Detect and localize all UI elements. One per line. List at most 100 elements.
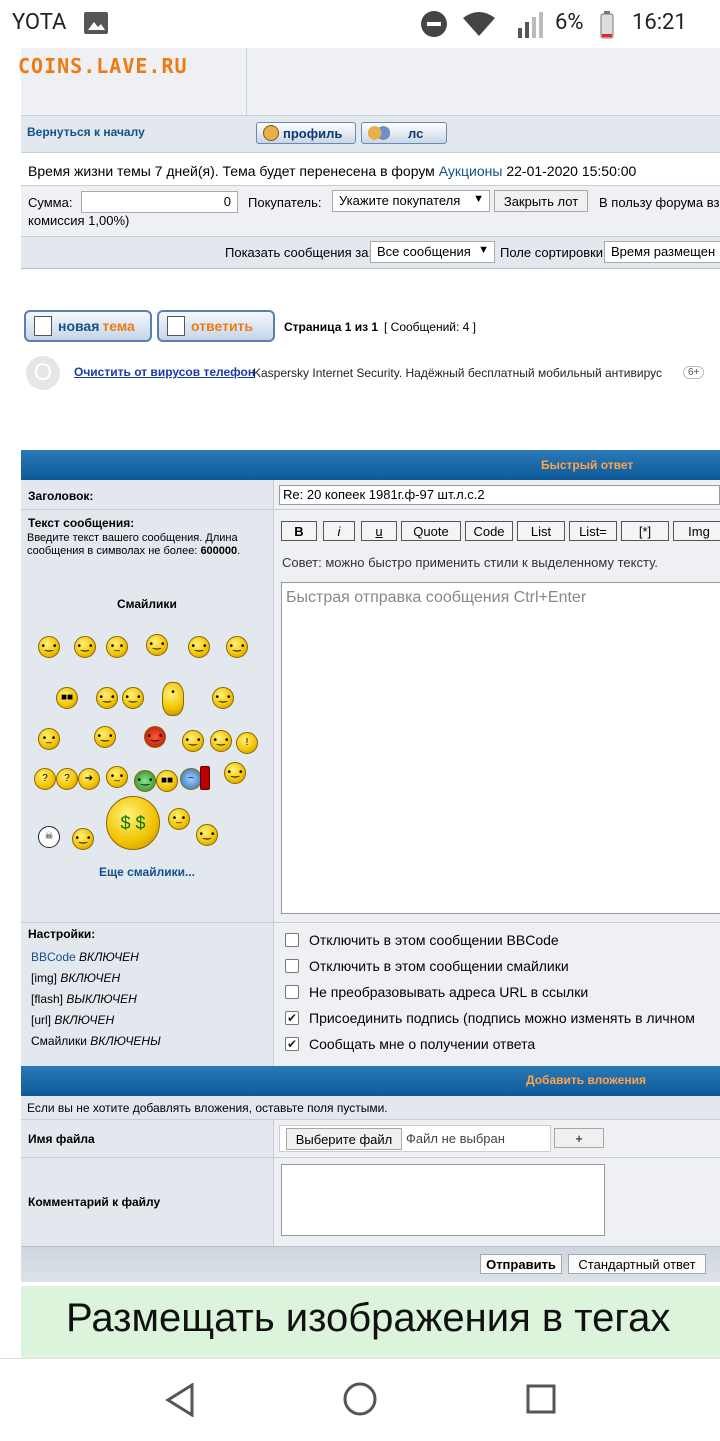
pm-button[interactable]: лс (361, 122, 447, 144)
smiley-icon[interactable]: •‿• (182, 730, 204, 752)
bbcode-code-button[interactable]: Code (465, 521, 513, 541)
notify-reply-checkbox[interactable]: ✔ (285, 1037, 299, 1051)
attach-signature-checkbox[interactable]: ✔ (285, 1011, 299, 1025)
cool-smiley-icon[interactable]: ■■ (156, 770, 178, 792)
cool-smiley-icon[interactable]: ■■ (56, 687, 78, 709)
buyer-label: Покупатель: (248, 195, 322, 210)
back-to-top-link[interactable]: Вернуться к началу (27, 125, 145, 139)
more-smilies-link[interactable]: Еще смайлики... (99, 865, 195, 879)
question-icon[interactable]: ? (34, 768, 56, 790)
ad-link[interactable]: Очистить от вирусов телефон (74, 365, 255, 379)
close-lot-button[interactable]: Закрыть лот (494, 190, 588, 212)
sum-input[interactable]: 0 (81, 191, 238, 213)
new-topic-button[interactable]: новая тема (24, 310, 152, 342)
bbcode-underline-button[interactable]: u (361, 521, 397, 541)
exclamation-icon[interactable]: ! (236, 732, 258, 754)
android-nav-bar (0, 1358, 720, 1441)
buyer-select[interactable]: Укажите покупателя ▼ (332, 190, 490, 212)
wizard-smiley-icon[interactable]: •‿• (146, 634, 168, 656)
file-comment-textarea[interactable] (281, 1164, 605, 1236)
site-logo[interactable]: COINS.LAVE.RU (18, 54, 188, 78)
smiley-icon[interactable]: •‿• (72, 828, 94, 850)
idea-icon[interactable]: ? (56, 768, 78, 790)
smiley-icon[interactable]: •‿• (188, 636, 210, 658)
smiley-icon[interactable]: •‿• (224, 762, 246, 784)
setting-state: ВКЛЮЧЕН (54, 1013, 115, 1027)
setting-status-item: [url] ВКЛЮЧЕН (31, 1010, 161, 1031)
bbcode-help-link[interactable]: BBCode (31, 950, 76, 964)
smiley-icon[interactable]: • (162, 682, 184, 716)
recents-nav-icon[interactable] (525, 1383, 557, 1415)
notify-reply-label: Сообщать мне о получении ответа (309, 1036, 536, 1052)
bbcode-list-button[interactable]: List (517, 521, 565, 541)
green-smiley-icon[interactable]: •‿• (134, 770, 156, 792)
message-textarea[interactable]: Быстрая отправка сообщения Ctrl+Enter (281, 582, 720, 914)
money-smiley-icon[interactable]: $ $ (106, 796, 160, 850)
arrow-icon[interactable]: ➔ (78, 768, 100, 790)
bbcode-italic-button[interactable]: i (323, 521, 355, 541)
auctions-forum-link[interactable]: Аукционы (439, 163, 503, 179)
traffic-light-icon[interactable] (200, 766, 210, 790)
profile-button[interactable]: профиль (256, 122, 356, 144)
wave-smiley-icon[interactable]: ~ (180, 768, 202, 790)
gun-smiley-icon[interactable]: •‿• (196, 824, 218, 846)
home-nav-icon[interactable] (342, 1381, 378, 1417)
show-messages-value: Все сообщения (377, 244, 471, 259)
page-info: Страница 1 из 1 (284, 320, 379, 334)
bbcode-toolbar: B i u Quote Code List List= [*] Img (281, 521, 720, 541)
bbcode-ordered-list-button[interactable]: List= (569, 521, 617, 541)
setting-name: [url] (31, 1013, 52, 1027)
smiley-icon[interactable]: •‿• (212, 687, 234, 709)
quick-reply-title: Быстрый ответ (541, 458, 634, 472)
bbcode-list-item-button[interactable]: [*] (621, 521, 669, 541)
attachments-header: Добавить вложения (21, 1066, 720, 1096)
chevron-down-icon: ▼ (473, 193, 484, 205)
disable-smilies-checkbox[interactable] (285, 959, 299, 973)
setting-state: ВКЛЮЧЕНЫ (90, 1034, 161, 1048)
attach-signature-label: Присоединить подпись (подпись можно изме… (309, 1010, 695, 1026)
setting-status-item: Смайлики ВКЛЮЧЕНЫ (31, 1031, 161, 1052)
smiley-icon[interactable]: •_• (106, 766, 128, 788)
setting-state: ВЫКЛЮЧЕН (66, 992, 137, 1006)
smiley-icon[interactable]: •‿• (38, 636, 60, 658)
sort-field-select[interactable]: Время размещен (604, 241, 720, 263)
show-messages-select[interactable]: Все сообщения ▼ (370, 241, 495, 263)
move-date: 22-01-2020 15:50:00 (506, 163, 637, 179)
disable-url-checkbox[interactable] (285, 985, 299, 999)
message-textarea-placeholder: Быстрая отправка сообщения Ctrl+Enter (286, 589, 587, 606)
add-attachment-button[interactable]: + (554, 1128, 604, 1148)
smiley-icon[interactable]: •_• (106, 636, 128, 658)
battery-icon (600, 11, 614, 44)
age-rating-badge: 6+ (683, 366, 705, 379)
back-nav-icon[interactable] (164, 1383, 196, 1417)
images-rules-banner: Размещать изображения в тегах (21, 1286, 720, 1358)
smiley-icon[interactable]: •_• (168, 808, 190, 830)
user-icon (263, 125, 279, 141)
smiley-icon[interactable]: •‿• (74, 636, 96, 658)
bbcode-quote-button[interactable]: Quote (401, 521, 461, 541)
battery-percent: 6% (555, 10, 584, 35)
choose-file-button[interactable]: Выберите файл (286, 1128, 402, 1150)
smiley-icon[interactable]: •‿• (122, 687, 144, 709)
smiley-icon[interactable]: •‿• (96, 687, 118, 709)
devil-smiley-icon[interactable]: •‿• (144, 726, 166, 748)
submit-button[interactable]: Отправить (480, 1254, 562, 1274)
smiley-icon[interactable]: •‿• (226, 636, 248, 658)
bbcode-bold-button[interactable]: B (281, 521, 317, 541)
disable-bbcode-checkbox[interactable] (285, 933, 299, 947)
smiley-icon[interactable]: •_• (38, 728, 60, 750)
smiley-icon[interactable]: •‿• (210, 730, 232, 752)
standard-reply-button[interactable]: Стандартный ответ (568, 1254, 706, 1274)
quick-reply-header: Быстрый ответ (21, 450, 720, 480)
file-input[interactable]: Выберите файл Файл не выбран (279, 1125, 551, 1152)
commission-text: комиссия 1,00%) (28, 213, 130, 228)
hat-smiley-icon[interactable]: •‿• (94, 726, 116, 748)
subject-label: Заголовок: (28, 489, 94, 503)
disable-url-label: Не преобразовывать адреса URL в ссылки (309, 984, 589, 1000)
subject-input[interactable]: Re: 20 копеек 1981г.ф-97 шт.л.с.2 (279, 485, 720, 505)
setting-name: [flash] (31, 992, 64, 1006)
bbcode-img-button[interactable]: Img (673, 521, 720, 541)
message-max: 600000 (200, 545, 238, 557)
reply-button[interactable]: ответить (157, 310, 275, 342)
skull-icon[interactable]: ☠ (38, 826, 60, 848)
